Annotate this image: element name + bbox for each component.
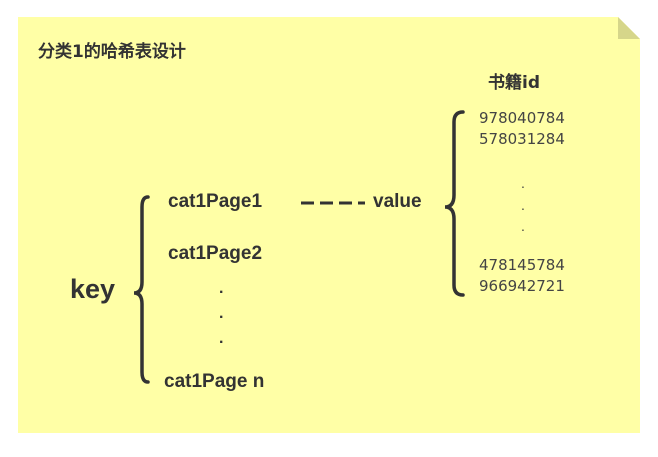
- sticky-note: 分类1的哈希表设计 书籍id key cat1Page1 cat1Page2 c…: [18, 17, 640, 433]
- book-id: 978040784: [479, 109, 565, 127]
- value-header: 书籍id: [488, 73, 540, 93]
- key-item-1: cat1Page1: [168, 191, 263, 212]
- book-id: 478145784: [479, 256, 565, 274]
- key-item-2: cat1Page2: [168, 243, 263, 264]
- diagram-title: 分类1的哈希表设计: [38, 42, 186, 62]
- value-ellipsis-dot: .: [521, 197, 525, 213]
- key-ellipsis-dot: .: [219, 330, 224, 347]
- key-ellipsis-dot: .: [219, 280, 224, 297]
- value-ellipsis-dot: .: [521, 175, 525, 191]
- diagram-canvas: 分类1的哈希表设计 书籍id key cat1Page1 cat1Page2 c…: [0, 0, 658, 457]
- value-label: value: [373, 191, 422, 212]
- book-id: 578031284: [479, 130, 565, 148]
- diagram-lines: [133, 110, 465, 384]
- value-brace: [444, 110, 465, 297]
- key-ellipsis-dot: .: [219, 305, 224, 322]
- book-id: 966942721: [479, 277, 565, 295]
- key-item-n: cat1Page n: [164, 371, 265, 392]
- key-label: key: [70, 274, 116, 304]
- key-brace: [133, 195, 150, 384]
- value-ellipsis-dot: .: [521, 218, 525, 234]
